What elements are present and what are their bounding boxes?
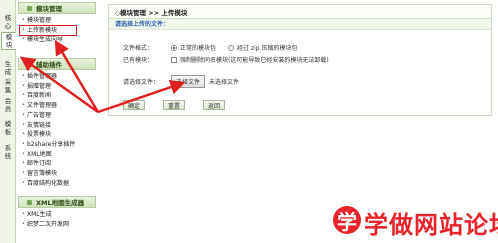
section-bullet-icon — [27, 5, 32, 11]
sidebar: 模块管理 模块管理 上传新模块 模块生成向导 辅助插件 插件管理器 捐赠管理 百… — [18, 2, 96, 243]
watermark-text: 学做网站论坛 — [364, 211, 498, 239]
sidebar-item[interactable]: 投票模块 — [20, 130, 96, 140]
watermark-logo: 学 — [333, 206, 361, 234]
section-bullet-icon — [27, 199, 32, 205]
file-status: 未选择文件 — [209, 79, 240, 86]
sidebar-item-upload-module[interactable]: 上传新模块 — [19, 24, 77, 37]
choose-file-button[interactable]: 选择文件 — [171, 75, 206, 88]
section-title: 模块管理 — [36, 5, 62, 13]
vtab-module[interactable]: 模 块 — [1, 32, 16, 50]
sidebar-item-module-manage[interactable]: 模块管理 — [20, 16, 96, 26]
sidebar-item[interactable]: 织梦二次开发网 — [20, 220, 96, 230]
sidebar-section-header[interactable]: 辅助插件 — [18, 58, 96, 71]
format-label: 文件格式： — [123, 45, 154, 52]
vtab-generate[interactable]: 生 成 — [1, 60, 15, 76]
existing-row: 已有模块： 强制删除同名模块(这可能导致已经安装的模块无法卸载) — [123, 55, 341, 64]
format-option-zip[interactable]: 经过 zip 压缩的模块包 — [228, 43, 297, 52]
section-title: 辅助插件 — [36, 61, 62, 70]
breadcrumb: ◇模块管理 >> 上传模块 — [109, 5, 491, 19]
sidebar-item[interactable]: 插件管理器 — [20, 72, 96, 82]
checkbox-icon[interactable] — [171, 56, 177, 63]
vtab-collect[interactable]: 采 集 — [1, 78, 15, 94]
sidebar-section-header[interactable]: 模块管理 — [18, 2, 96, 14]
vtab-system[interactable]: 系 统 — [1, 144, 15, 160]
vtab-template[interactable]: 模 板 — [1, 120, 15, 136]
vertical-tab-strip: 核 心 模 块 生 成 采 集 会 员 模 板 系 统 — [0, 0, 16, 243]
reset-button[interactable]: 重置 — [163, 100, 185, 110]
radio-icon[interactable] — [228, 44, 235, 51]
sidebar-item[interactable]: 捐赠管理 — [20, 82, 96, 92]
section-title: XML地图生成器 — [36, 199, 85, 208]
sidebar-item[interactable]: 邮件订阅 — [20, 159, 96, 169]
sidebar-item[interactable]: b2share分享插件 — [20, 140, 96, 150]
file-row: 请选择文件： 选择文件 未选择文件 — [123, 75, 239, 88]
back-button[interactable]: 返回 — [203, 100, 225, 110]
format-row: 文件格式： 正常的模块包 经过 zip 压缩的模块包 — [123, 43, 309, 52]
section-bullet-icon — [27, 61, 32, 67]
sidebar-item[interactable]: 百度新闻 — [20, 91, 96, 101]
sidebar-item[interactable]: 文件管理器 — [20, 101, 96, 111]
existing-label: 已有模块： — [123, 57, 154, 64]
sidebar-item[interactable]: 友情链接 — [20, 121, 96, 131]
radio-icon[interactable] — [171, 44, 177, 51]
vtab-member[interactable]: 会 员 — [1, 97, 15, 113]
sidebar-item-module-wizard[interactable]: 模块生成向导 — [20, 35, 96, 45]
sidebar-item[interactable]: XML生成 — [20, 210, 96, 220]
confirm-button[interactable]: 确定 — [123, 100, 145, 110]
vtab-core[interactable]: 核 心 — [1, 14, 15, 30]
main-panel: ◇模块管理 >> 上传模块 请选择上传的文件： 文件格式： 正常的模块包 经过 … — [108, 4, 492, 116]
form-subheading: 请选择上传的文件： — [109, 19, 491, 30]
force-delete-option[interactable]: 强制删除同名模块(这可能导致已经安装的模块无法卸载) — [171, 55, 329, 64]
sidebar-item[interactable]: 留言簿模块 — [20, 169, 96, 179]
format-option-normal[interactable]: 正常的模块包 — [171, 43, 216, 52]
sidebar-item[interactable]: XML地图 — [20, 150, 96, 160]
sidebar-section-header[interactable]: XML地图生成器 — [18, 196, 96, 209]
sidebar-item[interactable]: 百度结构化数据 — [20, 179, 96, 189]
file-label: 请选择文件： — [123, 79, 160, 86]
sidebar-item[interactable]: 广告管理 — [20, 111, 96, 121]
